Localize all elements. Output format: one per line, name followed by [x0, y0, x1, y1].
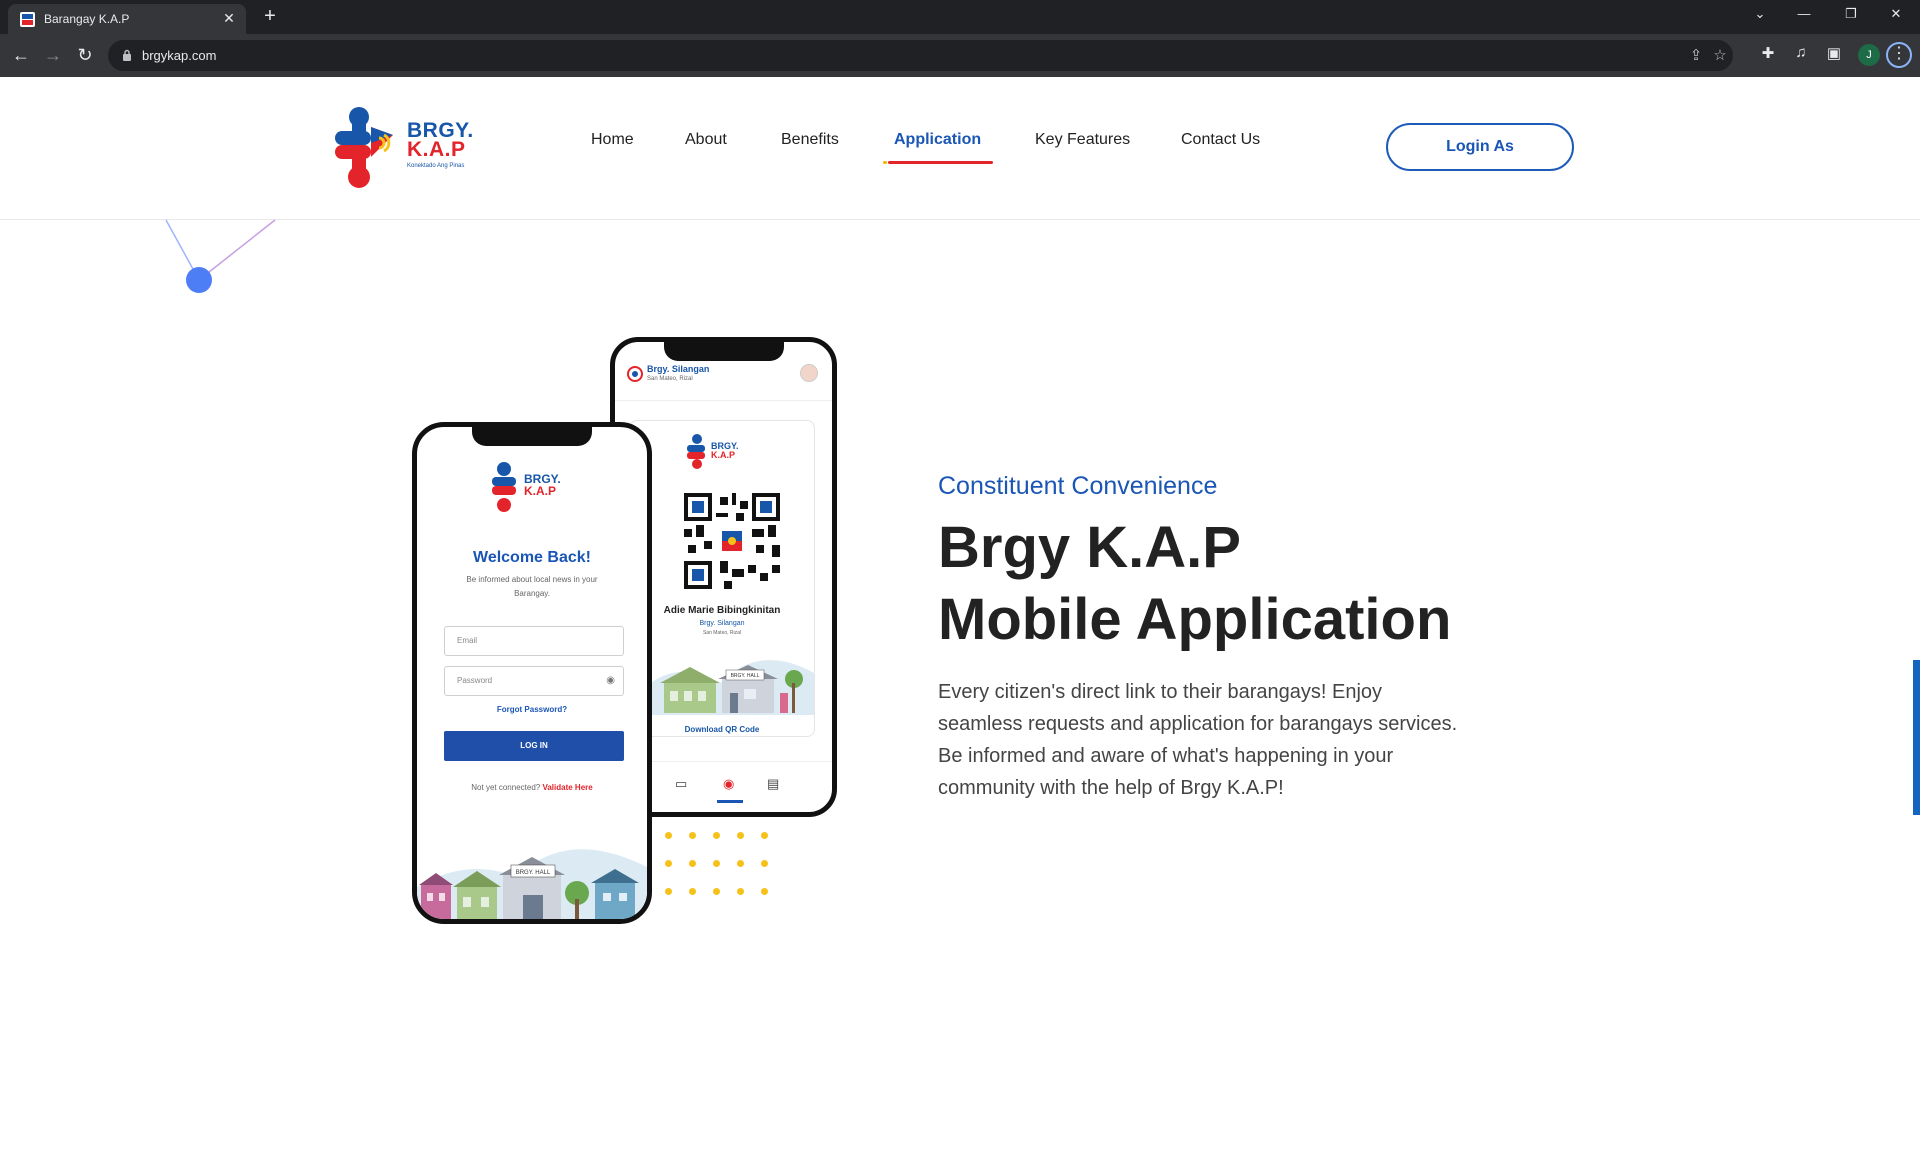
decorative-dot	[761, 832, 768, 839]
media-icon[interactable]: ♫	[1790, 44, 1812, 61]
decorative-dot	[713, 888, 720, 895]
user-barangay: Brgy. Silangan	[699, 620, 745, 627]
address-bar[interactable]: brgykap.com ⇪ ☆	[108, 40, 1733, 71]
download-qr-link[interactable]: Download QR Code	[630, 725, 814, 734]
user-avatar	[800, 364, 818, 382]
site-logo[interactable]: BRGY. K.A.P Konektado Ang Pinas	[335, 105, 475, 191]
network-decoration	[165, 219, 276, 293]
not-yet-label: Not yet connected?	[471, 783, 541, 792]
nav-contact-us[interactable]: Contact Us	[1181, 131, 1260, 149]
nav-home[interactable]: Home	[591, 131, 634, 149]
front-hall-sign-text: BRGY. HALL	[516, 870, 551, 876]
extensions-icon[interactable]: ✚	[1757, 44, 1779, 62]
nav-key-features[interactable]: Key Features	[1035, 131, 1130, 149]
logo-text-kap: K.A.P	[407, 138, 466, 161]
decorative-dot	[761, 860, 768, 867]
qr-card: BRGY. K.A.P Adie Marie Bibingkinitan Brg…	[629, 420, 815, 737]
eye-icon[interactable]: ◉	[606, 667, 615, 695]
validate-here-link[interactable]: Validate Here	[542, 783, 592, 792]
tab-search-icon[interactable]: ⌄	[1748, 6, 1772, 22]
decorative-dot	[761, 888, 768, 895]
qr-card-logo-line2: K.A.P	[711, 450, 735, 460]
section-eyebrow: Constituent Convenience	[938, 472, 1218, 500]
nav-clipboard-icon[interactable]: ▤	[767, 776, 779, 792]
app-logo-line2: K.A.P	[524, 484, 556, 498]
decorative-dot	[713, 860, 720, 867]
decorative-dot	[665, 832, 672, 839]
qr-code-icon	[684, 493, 780, 589]
login-button[interactable]: LOG IN	[444, 731, 624, 761]
welcome-subtitle: Be informed about local news in your Bar…	[466, 575, 598, 598]
nav-active-underline	[888, 161, 993, 164]
nav-active-dot	[883, 161, 887, 164]
decorative-dot	[689, 888, 696, 895]
nav-benefits[interactable]: Benefits	[781, 131, 839, 149]
password-field[interactable]: Password ◉	[444, 666, 624, 696]
email-field[interactable]: Email	[444, 626, 624, 656]
profile-avatar[interactable]: J	[1858, 44, 1880, 66]
section-body: Every citizen's direct link to their bar…	[938, 681, 1458, 799]
email-placeholder: Email	[457, 636, 478, 645]
headline-line-2: Mobile Application	[938, 587, 1452, 652]
phone-app-header: Brgy. Silangan San Mateo, Rizal	[615, 358, 832, 401]
share-icon[interactable]: ⇪	[1686, 46, 1706, 64]
restore-icon[interactable]: ❐	[1839, 6, 1863, 22]
logo-tagline: Konektado Ang Pinas	[407, 163, 465, 169]
nav-active-bar	[717, 800, 743, 803]
phone-login-screen: BRGY. K.A.P Welcome Back! Be informed ab…	[412, 422, 652, 924]
bookmark-star-icon[interactable]: ☆	[1710, 46, 1730, 64]
decorative-dot	[737, 888, 744, 895]
user-location: San Mateo, Rizal	[702, 630, 742, 636]
user-full-name: Adie Marie Bibingkinitan	[663, 605, 781, 616]
login-as-button[interactable]: Login As	[1386, 123, 1574, 171]
nav-application[interactable]: Application	[894, 131, 981, 149]
barangay-location: San Mateo, Rizal	[647, 376, 693, 382]
phone-mockups: Brgy. Silangan San Mateo, Rizal BRGY. K.…	[410, 332, 850, 932]
decorative-dot	[665, 888, 672, 895]
nav-tv-icon[interactable]: ▭	[675, 776, 687, 792]
barangay-village-illustration: BRGY. HALL	[417, 849, 647, 919]
scroll-indicator[interactable]	[1913, 660, 1920, 815]
barangay-name: Brgy. Silangan	[647, 364, 710, 374]
decorative-dot	[665, 860, 672, 867]
decorative-dot	[713, 832, 720, 839]
barangay-hall-illustration: BRGY. HALL	[630, 660, 814, 715]
browser-menu-icon[interactable]: ⋮	[1886, 42, 1912, 68]
minimize-icon[interactable]: —	[1792, 6, 1816, 21]
headline-line-1: Brgy K.A.P	[938, 515, 1241, 580]
not-yet-connected-text: Not yet connected? Validate Here	[417, 783, 647, 792]
password-placeholder: Password	[457, 676, 493, 685]
decorative-dot	[689, 860, 696, 867]
nav-qr-icon[interactable]: ◉	[723, 776, 734, 792]
nav-about[interactable]: About	[685, 131, 727, 149]
hall-sign-text: BRGY. HALL	[731, 673, 760, 679]
barangay-seal-icon	[627, 366, 643, 382]
welcome-heading: Welcome Back!	[473, 549, 591, 566]
section-headline: Brgy K.A.P Mobile Application	[938, 512, 1451, 656]
close-window-icon[interactable]: ✕	[1884, 6, 1908, 22]
decorative-dot	[737, 860, 744, 867]
dot-grid-decoration	[665, 832, 775, 902]
brgy-kap-logo-mark-icon	[335, 107, 393, 188]
phone-notch	[472, 427, 592, 446]
forgot-password-link[interactable]: Forgot Password?	[417, 705, 647, 714]
side-panel-icon[interactable]: ▣	[1823, 44, 1845, 62]
decorative-dot	[737, 832, 744, 839]
decorative-dot	[689, 832, 696, 839]
brgy-kap-app-logo-icon: BRGY. K.A.P	[492, 462, 561, 512]
brgy-kap-small-logo-icon: BRGY. K.A.P	[687, 434, 739, 469]
